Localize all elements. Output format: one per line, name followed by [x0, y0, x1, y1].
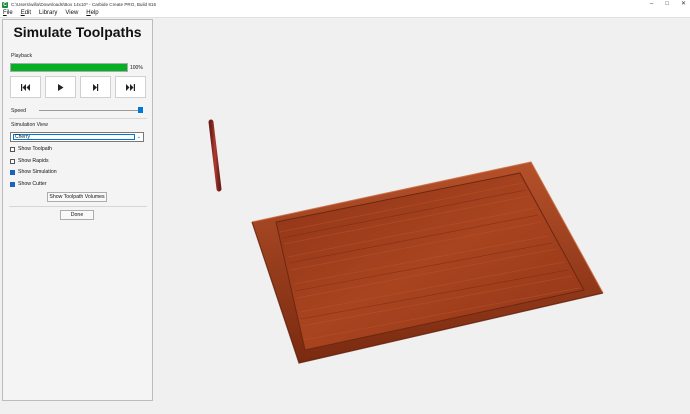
wood-board [251, 161, 604, 364]
sim-view-value: Cherry [13, 134, 135, 140]
playback-progress [10, 63, 128, 72]
skip-end-icon [126, 83, 135, 91]
show-rapids-row[interactable]: Show Rapids [10, 158, 49, 164]
minimize-icon[interactable]: – [650, 1, 653, 8]
panel-title: Simulate Toolpaths [13, 24, 142, 40]
simulation-render [208, 119, 604, 364]
maximize-icon[interactable]: □ [665, 1, 669, 8]
cutter [208, 119, 222, 192]
skip-end-button[interactable] [115, 76, 146, 98]
menu-bar: File Edit Library View Help [0, 9, 690, 18]
menu-help[interactable]: Help [86, 10, 98, 16]
window-controls: – □ ✕ [650, 1, 686, 8]
title-bar: C C:\Users\willa\Downloads\Box 14x10* - … [0, 0, 690, 9]
play-icon [58, 83, 64, 91]
sim-view-select[interactable]: Cherry ⌄ [10, 132, 144, 142]
show-toolpath-row[interactable]: Show Toolpath [10, 146, 52, 152]
show-cutter-label: Show Cutter [18, 181, 47, 187]
simulation-viewport[interactable] [156, 19, 690, 414]
window-title: C:\Users\willa\Downloads\Box 14x10* - Ca… [11, 2, 157, 7]
done-button[interactable]: Done [60, 210, 94, 220]
simulate-panel: Simulate Toolpaths Playback 100% Speed S… [2, 19, 153, 401]
close-icon[interactable]: ✕ [681, 1, 686, 8]
show-rapids-checkbox[interactable] [10, 158, 15, 164]
show-simulation-row[interactable]: Show Simulation [10, 169, 57, 175]
sim-view-label: Simulation View [11, 122, 48, 128]
chevron-down-icon: ⌄ [136, 134, 141, 140]
step-forward-button[interactable] [80, 76, 111, 98]
skip-back-icon [21, 83, 30, 91]
show-cutter-row[interactable]: Show Cutter [10, 181, 47, 187]
show-toolpath-checkbox[interactable] [10, 146, 15, 152]
playback-label: Playback [11, 53, 33, 59]
progress-text: 100% [130, 65, 143, 71]
menu-library[interactable]: Library [39, 10, 57, 16]
progress-fill [11, 64, 127, 71]
divider [9, 118, 147, 119]
play-button[interactable] [45, 76, 76, 98]
menu-view[interactable]: View [65, 10, 78, 16]
carbide-create-icon: C [2, 1, 8, 8]
menu-edit[interactable]: Edit [21, 10, 31, 16]
show-toolpath-label: Show Toolpath [18, 146, 52, 152]
show-simulation-checkbox[interactable] [10, 169, 15, 175]
show-rapids-label: Show Rapids [18, 158, 49, 164]
show-cutter-checkbox[interactable] [10, 181, 15, 187]
divider [9, 206, 147, 207]
step-forward-icon [93, 83, 99, 91]
speed-slider-track[interactable] [39, 110, 142, 111]
show-toolpath-volumes-button[interactable]: Show Toolpath Volumes [47, 192, 107, 202]
speed-slider-handle[interactable] [138, 107, 143, 113]
speed-label: Speed [11, 108, 27, 114]
menu-file[interactable]: File [3, 10, 13, 16]
show-simulation-label: Show Simulation [18, 169, 57, 175]
skip-back-button[interactable] [10, 76, 41, 98]
